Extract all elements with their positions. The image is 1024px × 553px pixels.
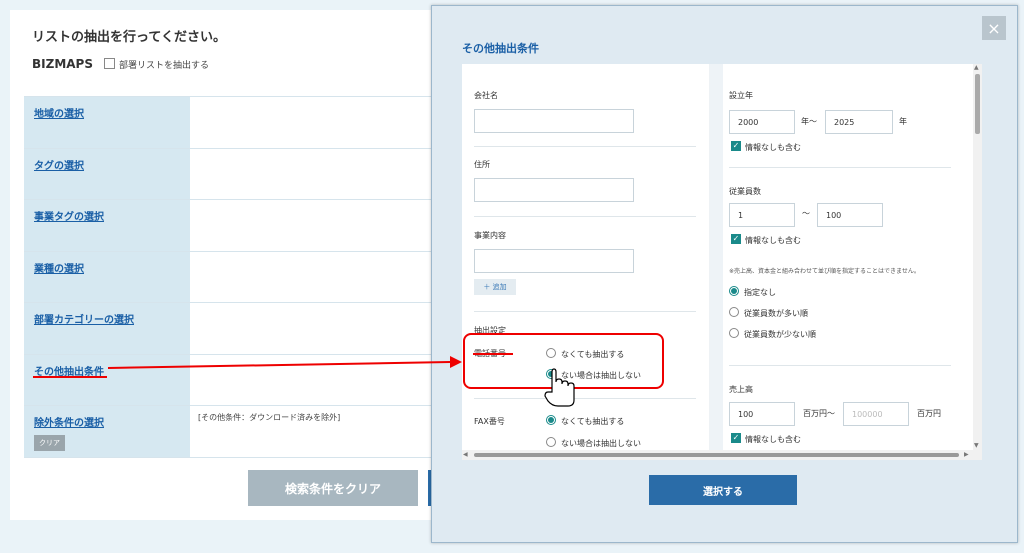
dept-category-select-link[interactable]: 部署カテゴリーの選択 [34, 315, 134, 326]
address-label: 住所 [474, 160, 490, 169]
dept-list-checkbox-label: 部署リストを抽出する [119, 61, 210, 71]
sort-asc-label: 従業員数が少ない順 [744, 330, 816, 339]
annotation-underline-other [33, 376, 107, 378]
sort-none-label: 指定なし [744, 288, 776, 297]
scroll-right-arrow-icon[interactable]: ▶ [964, 451, 969, 458]
tag-value [190, 148, 434, 199]
company-name-input[interactable] [474, 109, 634, 133]
employees-include-checkbox[interactable]: ✓ [731, 234, 741, 244]
add-button[interactable]: ＋ 追加 [474, 279, 516, 295]
other-conditions-modal: × その他抽出条件 会社名 住所 事業内容 ＋ 追加 抽出設定 電話番号 なくて… [431, 5, 1018, 543]
sales-include-label: 情報なしも含む [745, 435, 801, 444]
other-conditions-value [190, 354, 434, 405]
sort-desc-radio[interactable] [729, 307, 739, 317]
employees-to-input[interactable]: 100 [817, 203, 883, 227]
vertical-scroll-thumb[interactable] [975, 74, 980, 134]
business-content-label: 事業内容 [474, 231, 506, 240]
page-title: リストの抽出を行ってください。 [32, 30, 226, 45]
founded-to-unit: 年 [899, 117, 907, 126]
vertical-scrollbar[interactable]: ▲ ▼ [973, 64, 982, 450]
sort-desc-label: 従業員数が多い順 [744, 309, 808, 318]
founded-year-label: 設立年 [729, 91, 753, 100]
annotation-underline-phone [473, 353, 513, 355]
region-value [190, 97, 434, 148]
table-row: 地域の選択 [24, 97, 434, 149]
sales-label: 売上高 [729, 385, 753, 394]
employees-label: 従業員数 [729, 187, 761, 196]
exclusion-select-link[interactable]: 除外条件の選択 [34, 418, 104, 429]
address-input[interactable] [474, 178, 634, 202]
sales-to-input[interactable]: 100000 [843, 402, 909, 426]
fax-number-label: FAX番号 [474, 417, 505, 426]
dept-category-value [190, 303, 434, 354]
founded-from-unit: 年〜 [801, 117, 817, 126]
sales-from-unit: 百万円〜 [803, 409, 835, 418]
sales-include-checkbox[interactable]: ✓ [731, 433, 741, 443]
scroll-up-arrow-icon[interactable]: ▲ [974, 64, 979, 71]
sales-from-input[interactable]: 100 [729, 402, 795, 426]
industry-select-link[interactable]: 業種の選択 [34, 264, 84, 275]
table-row: 除外条件の選択 クリア [その他条件：ダウンロード済みを除外] [24, 406, 434, 458]
table-row: 業種の選択 [24, 251, 434, 303]
horizontal-scroll-thumb[interactable] [474, 453, 959, 457]
horizontal-scrollbar[interactable]: ◀ ▶ [462, 450, 982, 460]
fax-extract-anyway-radio[interactable] [546, 415, 556, 425]
business-tag-select-link[interactable]: 事業タグの選択 [34, 212, 104, 223]
left-column: 会社名 住所 事業内容 ＋ 追加 抽出設定 電話番号 なくても抽出する ない場合… [462, 64, 710, 450]
sort-none-radio[interactable] [729, 286, 739, 296]
founded-include-checkbox[interactable]: ✓ [731, 141, 741, 151]
founded-to-input[interactable]: 2025 [825, 110, 893, 134]
scroll-down-arrow-icon[interactable]: ▼ [974, 442, 979, 449]
tag-select-link[interactable]: タグの選択 [34, 161, 84, 172]
business-tag-value [190, 200, 434, 251]
table-row: タグの選択 [24, 148, 434, 200]
founded-from-input[interactable]: 2000 [729, 110, 795, 134]
sort-asc-radio[interactable] [729, 328, 739, 338]
company-name-label: 会社名 [474, 91, 498, 100]
sort-note: ※売上高、資本金と組み合わせて並び順を指定することはできません。 [729, 268, 920, 275]
table-row: 事業タグの選択 [24, 200, 434, 252]
employees-tilde: 〜 [802, 209, 810, 218]
founded-include-label: 情報なしも含む [745, 143, 801, 152]
fax-exclude-missing-radio[interactable] [546, 437, 556, 447]
clear-conditions-button[interactable]: 検索条件をクリア [248, 470, 418, 506]
fax-exclude-missing-label: ない場合は抽出しない [561, 439, 641, 448]
business-content-input[interactable] [474, 249, 634, 273]
table-row: 部署カテゴリーの選択 [24, 303, 434, 355]
table-row: その他抽出条件 [24, 354, 434, 406]
fax-extract-anyway-label: なくても抽出する [561, 417, 625, 426]
condition-table: 地域の選択 タグの選択 事業タグの選択 業種の選択 部署カテゴリーの選択 その他… [24, 96, 434, 458]
annotation-highlight-box [463, 333, 664, 389]
employees-include-label: 情報なしも含む [745, 236, 801, 245]
exclusion-value: [その他条件：ダウンロード済みを除外] [190, 406, 434, 457]
close-icon[interactable]: × [982, 16, 1006, 40]
right-column: 設立年 2000 年〜 2025 年 ✓ 情報なしも含む 従業員数 1 〜 10… [723, 64, 973, 450]
industry-value [190, 251, 434, 302]
sales-to-unit: 百万円 [917, 409, 941, 418]
modal-title: その他抽出条件 [462, 42, 539, 55]
dept-list-checkbox[interactable] [104, 58, 115, 69]
conditions-panel: 会社名 住所 事業内容 ＋ 追加 抽出設定 電話番号 なくても抽出する ない場合… [462, 64, 982, 460]
brand-label: BIZMAPS [32, 57, 93, 71]
employees-from-input[interactable]: 1 [729, 203, 795, 227]
select-button[interactable]: 選択する [649, 475, 797, 505]
region-select-link[interactable]: 地域の選択 [34, 109, 84, 120]
exclusion-clear-button[interactable]: クリア [34, 435, 65, 451]
scroll-left-arrow-icon[interactable]: ◀ [463, 451, 468, 458]
